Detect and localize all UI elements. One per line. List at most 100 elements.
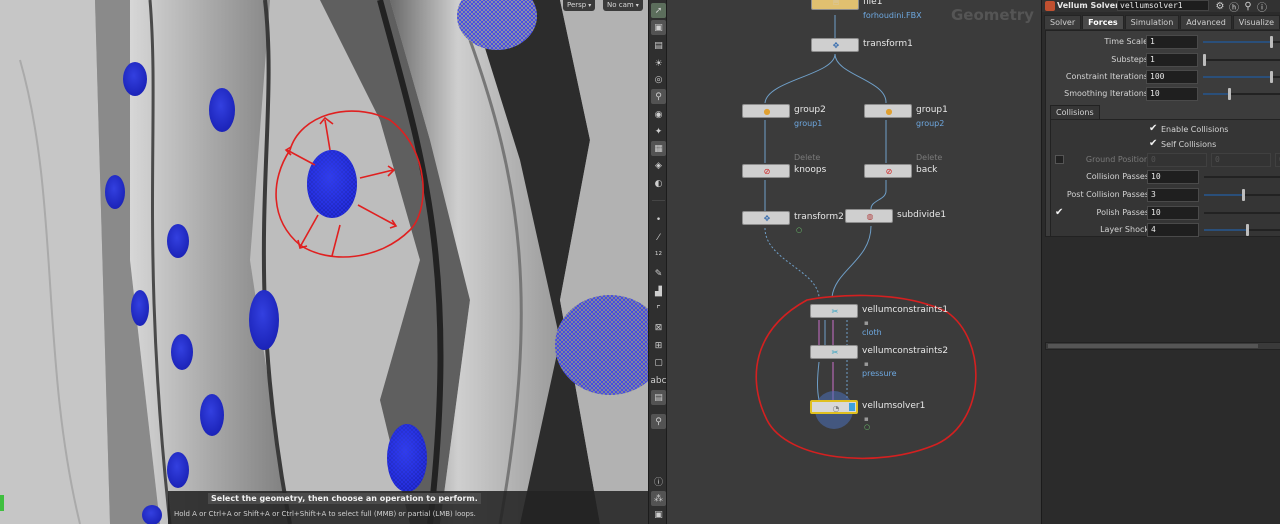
pin-icon[interactable]: ⚲: [651, 89, 666, 104]
dot-icon[interactable]: •: [651, 212, 666, 227]
node-sublabel: cloth: [862, 328, 882, 337]
ground-x-field[interactable]: 0: [1147, 153, 1207, 167]
constraint-iterations-field[interactable]: 100: [1146, 70, 1198, 84]
ground-y-field[interactable]: 0: [1211, 153, 1271, 167]
param-row-collision-passes: Collision Passes 10: [1047, 169, 1280, 185]
info-icon[interactable]: ⓘ: [651, 474, 666, 489]
count-icon[interactable]: ¹²: [651, 248, 666, 263]
scrollbar-thumb[interactable]: [1048, 344, 1258, 348]
display-flag[interactable]: [849, 403, 855, 411]
node-label: vellumconstraints2: [862, 346, 949, 356]
tab-solver[interactable]: Solver: [1044, 15, 1082, 29]
measure-icon[interactable]: ⁄: [651, 230, 666, 245]
network-icon[interactable]: ⁂: [651, 491, 666, 506]
node-body[interactable]: ✂: [810, 345, 858, 359]
quick-icon[interactable]: ✎: [651, 266, 666, 281]
slider-handle[interactable]: [1246, 224, 1249, 236]
node-body[interactable]: ●: [742, 104, 790, 118]
shading-icon[interactable]: ◐: [651, 176, 666, 191]
slider-handle[interactable]: [1270, 71, 1273, 83]
render-icon[interactable]: ▣: [651, 507, 666, 522]
param-label: Post Collision Passes: [1066, 190, 1149, 199]
polish-passes-checkbox[interactable]: ✔: [1055, 208, 1065, 218]
brush-icon[interactable]: ▟: [651, 284, 666, 299]
smoothing-iterations-field[interactable]: 10: [1146, 87, 1198, 101]
lock-icon: ▪: [864, 319, 869, 327]
gear-icon[interactable]: ⚙: [1214, 0, 1226, 12]
frame-icon[interactable]: ⊠: [651, 320, 666, 335]
slider-handle[interactable]: [1270, 36, 1273, 48]
node-body[interactable]: ✥: [742, 211, 790, 225]
node-body[interactable]: ◔: [810, 400, 858, 414]
grid-icon[interactable]: ✦: [651, 124, 666, 139]
node-body[interactable]: ✥: [811, 38, 859, 52]
group-node-icon: ●: [763, 106, 771, 116]
node-name-field[interactable]: vellumsolver1: [1117, 0, 1209, 11]
pin-view-icon[interactable]: ⚲: [651, 414, 666, 429]
node-wires: [755, 15, 977, 460]
param-label: Ground Position: [1085, 155, 1149, 164]
node-body[interactable]: ⊘: [742, 164, 790, 178]
slider-handle[interactable]: [1228, 88, 1231, 100]
node-body[interactable]: ⊘: [864, 164, 912, 178]
visualizer-icon[interactable]: ▤: [651, 390, 666, 405]
view-icon[interactable]: ▣: [651, 20, 666, 35]
vellum-constraint-icon: ✂: [831, 306, 839, 316]
group-node-icon: ●: [885, 106, 893, 116]
substeps-field[interactable]: 1: [1146, 53, 1198, 67]
slider-handle[interactable]: [1203, 54, 1206, 66]
guide-icon[interactable]: ⌜: [651, 302, 666, 317]
tab-visualize[interactable]: Visualize: [1232, 15, 1280, 29]
slider-track[interactable]: [1204, 176, 1280, 178]
network-editor[interactable]: Geometry 🗎 file1 forhoudini.FBX ✥ transf…: [667, 0, 1041, 524]
ground-z-field[interactable]: 0: [1275, 153, 1280, 167]
node-label: group1: [916, 105, 948, 115]
node-label: back: [916, 165, 938, 175]
flag-icon: ○: [796, 226, 803, 234]
node-sublabel: forhoudini.FBX: [863, 11, 922, 20]
polish-passes-field[interactable]: 10: [1147, 206, 1199, 220]
ground-position-toggle[interactable]: [1055, 155, 1064, 164]
node-body[interactable]: ●: [864, 104, 912, 118]
slider-track[interactable]: [1204, 212, 1280, 214]
node-body[interactable]: ✂: [810, 304, 858, 318]
tab-forces[interactable]: Forces: [1082, 15, 1124, 29]
slider-fill: [1204, 194, 1244, 196]
node-body[interactable]: 🗎: [811, 0, 859, 10]
help-icon[interactable]: ⓗ: [1228, 0, 1240, 14]
slider-track[interactable]: [1203, 59, 1280, 61]
camera-label: No cam: [607, 1, 634, 9]
enable-collisions-checkbox[interactable]: ✔: [1149, 124, 1159, 134]
camera-menu[interactable]: No cam ▾: [603, 0, 643, 11]
param-label: Polish Passes: [1096, 208, 1149, 217]
collision-passes-field[interactable]: 10: [1147, 170, 1199, 184]
node-label: transform2: [794, 212, 844, 222]
tab-simulation[interactable]: Simulation: [1124, 15, 1180, 29]
slider-handle[interactable]: [1242, 189, 1245, 201]
display-icon[interactable]: ▦: [651, 141, 666, 156]
scene-viewport[interactable]: Persp ▾ No cam ▾ Select the geometry, then…: [0, 0, 648, 524]
self-collisions-checkbox[interactable]: ✔: [1149, 139, 1159, 149]
search-icon[interactable]: ⚲: [1242, 0, 1254, 12]
chevron-down-icon: ▾: [588, 2, 592, 9]
light-icon[interactable]: ☀: [651, 56, 666, 71]
camera-icon[interactable]: ◎: [651, 72, 666, 87]
box-icon[interactable]: ▢: [651, 355, 666, 370]
viewport-status-overlay: Select the geometry, then choose an oper…: [168, 491, 648, 524]
snap-icon[interactable]: ◉: [651, 107, 666, 122]
text-icon[interactable]: abc: [650, 373, 666, 388]
param-scrollbar[interactable]: [1045, 342, 1280, 350]
lock-icon[interactable]: ▤: [651, 38, 666, 53]
info-icon[interactable]: ⓘ: [1256, 0, 1268, 14]
tab-advanced[interactable]: Advanced: [1180, 15, 1232, 29]
perspective-menu[interactable]: Persp ▾: [563, 0, 596, 11]
time-scale-field[interactable]: 1: [1146, 35, 1198, 49]
wire-icon[interactable]: ◈: [651, 158, 666, 173]
subdivide-node-icon: ◍: [866, 211, 874, 221]
layer-shock-field[interactable]: 4: [1147, 223, 1199, 237]
select-arrow-icon[interactable]: ➚: [651, 3, 666, 18]
node-body[interactable]: ◍: [845, 209, 893, 223]
group-icon[interactable]: ⊞: [651, 338, 666, 353]
tab-collisions[interactable]: Collisions: [1050, 105, 1100, 119]
post-collision-passes-field[interactable]: 3: [1147, 188, 1199, 202]
